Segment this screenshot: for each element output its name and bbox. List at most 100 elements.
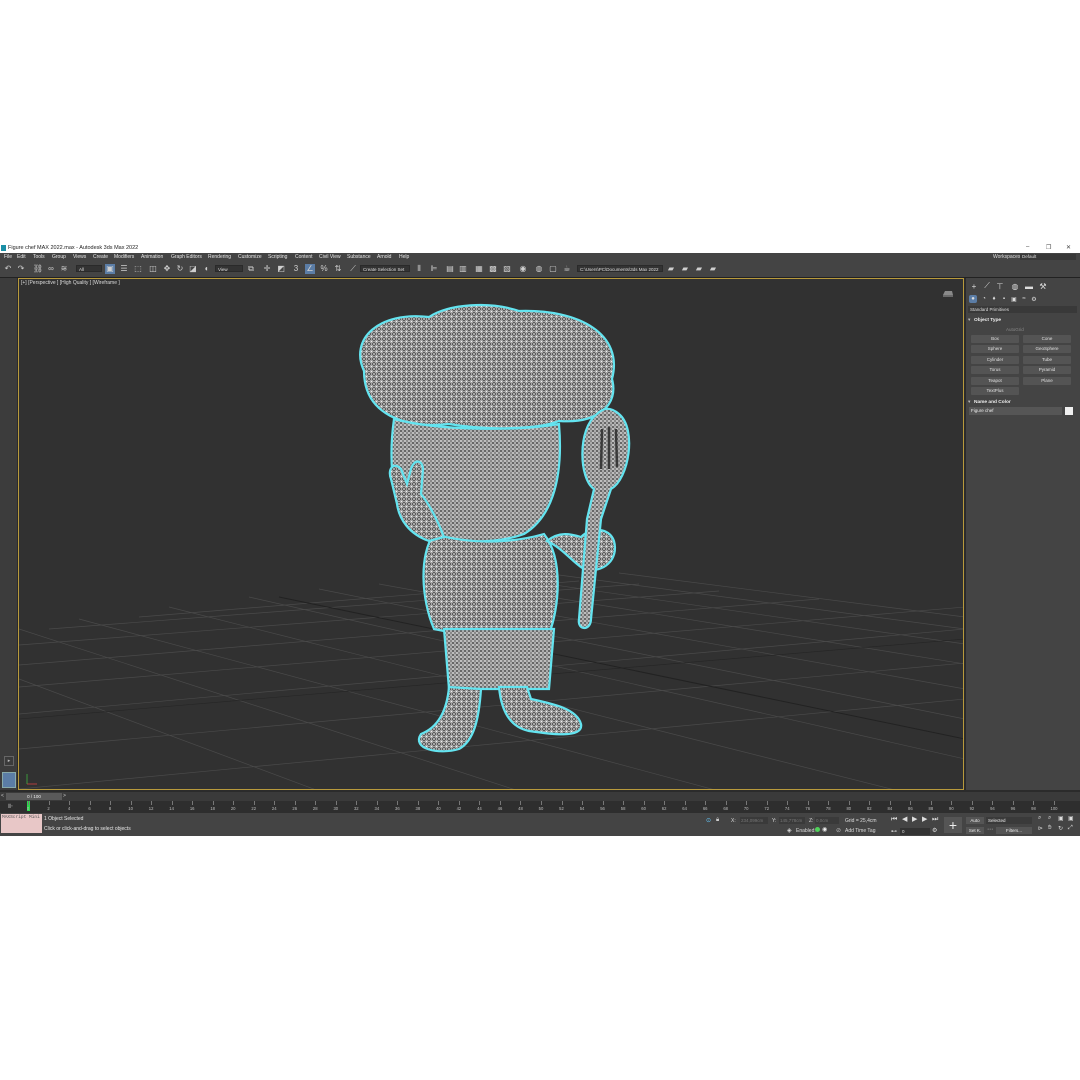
zoom-extents-all-icon[interactable]: ▣ [1068,815,1074,822]
key-mode-icon[interactable]: ⊷ [891,828,897,835]
menu-tools[interactable]: Tools [33,254,45,260]
shapes-icon[interactable]: ◔ [980,295,988,303]
adaptive-degradation-icon[interactable]: ◈ [787,827,792,834]
curve-editor-icon[interactable]: ▩ [488,264,498,274]
go-to-start-icon[interactable]: ⏮ [891,816,897,823]
geosphere-button[interactable]: GeoSphere [1023,345,1071,353]
workspaces-select[interactable]: Default [1020,254,1076,260]
autogrid-checkbox[interactable]: AutoGrid [1006,327,1024,332]
key-filters-button[interactable]: Filters... [996,827,1032,834]
object-name-field[interactable]: Figure chef [969,407,1062,415]
mirror-icon[interactable]: ⫴ [414,264,424,274]
track-bar[interactable]: ⊪ 0 2 4 6 8 10 12 14 16 18 20 22 24 26 28 30 32 34 36 38 40 4… [0,801,1080,813]
auto-key-button[interactable]: Auto [966,817,984,824]
browse-folder-icon[interactable]: ▰ [708,264,718,274]
render-production-icon[interactable]: ☕ [562,264,572,274]
next-frame-arrow-icon[interactable]: > [63,793,66,799]
selection-lock-icon[interactable]: 🔒︎ [716,817,719,824]
teapot-button[interactable]: Teapot [971,377,1019,385]
minimize-button[interactable]: – [1026,244,1029,250]
select-manipulate-icon[interactable]: ✛ [262,264,272,274]
expand-arrow-icon[interactable]: ▸ [4,756,14,766]
set-project-folder-icon[interactable]: ▰ [694,264,704,274]
edit-named-selection-icon[interactable]: ⟋ [348,264,358,274]
display-tab-icon[interactable]: ▬ [1024,281,1034,291]
textplus-button[interactable]: TextPlus [971,387,1019,395]
material-editor-icon[interactable]: ◉ [518,264,528,274]
percent-snap-icon[interactable]: % [319,264,329,274]
placement-icon[interactable]: ◐ [202,264,212,274]
pivot-center-icon[interactable]: ⧉ [246,264,256,274]
hierarchy-tab-icon[interactable]: ⊤ [995,281,1005,291]
orbit-icon[interactable]: ↻ [1058,825,1063,832]
x-coordinate-field[interactable]: 234,099cm [740,817,768,824]
reference-coordinate-select[interactable]: View [215,265,243,272]
key-filters-icon[interactable]: ⋯ [987,826,993,833]
restore-button[interactable]: ❐ [1046,244,1051,251]
undo-icon[interactable]: ↶ [3,264,13,274]
named-selection-select[interactable]: Create Selection Set [360,265,410,272]
time-slider-handle[interactable]: 0 / 100 [6,793,62,800]
isolate-selection-icon[interactable]: ⊙ [706,817,711,824]
key-filter-selection-select[interactable]: Selected [986,817,1032,824]
menu-graph-editors[interactable]: Graph Editors [171,254,202,260]
z-coordinate-field[interactable]: 0,0cm [815,817,839,824]
tube-button[interactable]: Tube [1023,356,1071,364]
lights-icon[interactable]: ♦ [990,295,998,303]
move-icon[interactable]: ✥ [162,264,172,274]
render-setup-icon[interactable]: ◍ [534,264,544,274]
time-config-icon[interactable]: ◉ [822,826,827,833]
zoom-all-icon[interactable]: ⌕ [1048,815,1051,822]
angle-snap-icon[interactable]: ∠ [305,264,315,274]
next-frame-icon[interactable]: ▶ [922,816,927,823]
zoom-icon[interactable]: ⌕ [1038,815,1041,822]
scale-icon[interactable]: ◪ [188,264,198,274]
prev-frame-arrow-icon[interactable]: < [1,793,4,799]
plane-button[interactable]: Plane [1023,377,1071,385]
space-warps-icon[interactable]: ≈ [1020,295,1028,303]
project-folder-icon[interactable]: ▰ [680,264,690,274]
add-time-tag[interactable]: Add Time Tag [845,828,875,834]
time-tag-icon[interactable]: ⊘ [836,827,841,834]
field-of-view-icon[interactable]: ⊳ [1038,825,1043,832]
menu-views[interactable]: Views [73,254,86,260]
name-and-color-rollout[interactable]: ▾ Name and Color [968,399,1077,406]
menu-edit[interactable]: Edit [17,254,26,260]
helpers-icon[interactable]: ▣ [1010,295,1018,303]
menu-rendering[interactable]: Rendering [208,254,231,260]
select-object-icon[interactable]: ▣ [105,264,115,274]
box-button[interactable]: Box [971,335,1019,343]
unlink-icon[interactable]: ∞ [46,264,56,274]
zoom-extents-icon[interactable]: ▣ [1058,815,1064,822]
redo-icon[interactable]: ↷ [16,264,26,274]
rectangular-selection-icon[interactable]: ⬚ [133,264,143,274]
schematic-view-icon[interactable]: ▧ [502,264,512,274]
cylinder-button[interactable]: Cylinder [971,356,1019,364]
menu-content[interactable]: Content [295,254,313,260]
perspective-viewport[interactable]: [+] [Perspective ] [High Quality ] [Wire… [18,278,964,790]
menu-create[interactable]: Create [93,254,108,260]
go-to-end-icon[interactable]: ⏭ [932,816,938,823]
pyramid-button[interactable]: Pyramid [1023,366,1071,374]
systems-icon[interactable]: ⚙ [1030,295,1038,303]
menu-arnold[interactable]: Arnold [377,254,391,260]
menu-animation[interactable]: Animation [141,254,163,260]
track-bar-menu-icon[interactable]: ⊪ [8,803,13,810]
rendered-frame-window-icon[interactable]: ▢ [548,264,558,274]
link-icon[interactable]: ⛓ [33,264,43,274]
menu-group[interactable]: Group [52,254,66,260]
current-frame-field[interactable]: 0 [900,828,930,835]
y-coordinate-field[interactable]: 145,778cm [779,817,805,824]
menu-file[interactable]: File [4,254,12,260]
pan-view-icon[interactable]: ✋︎ [1048,825,1051,832]
align-icon[interactable]: ⊫ [429,264,439,274]
utilities-tab-icon[interactable]: ⚒ [1038,281,1048,291]
object-color-swatch[interactable] [1065,407,1073,415]
toggle-ribbon-icon[interactable]: ▦ [474,264,484,274]
geometry-icon[interactable]: ● [969,295,977,303]
keyboard-shortcut-override-icon[interactable]: ◩ [276,264,286,274]
open-folder-icon[interactable]: ▰ [666,264,676,274]
maximize-viewport-icon[interactable]: ⤢ [1068,825,1073,832]
sphere-button[interactable]: Sphere [971,345,1019,353]
modify-tab-icon[interactable]: ⟋ [982,281,992,291]
